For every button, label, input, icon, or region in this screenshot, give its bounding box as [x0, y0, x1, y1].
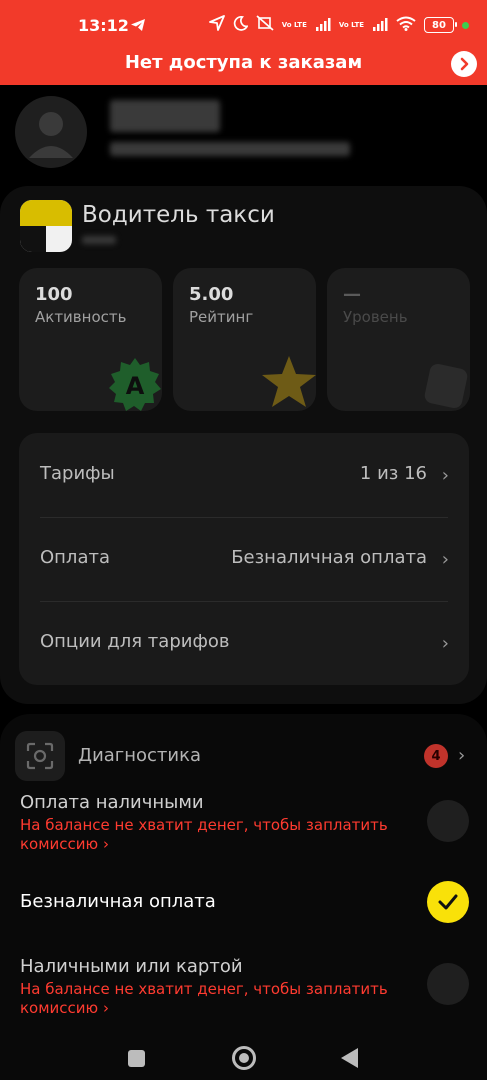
role-title[interactable]: Водитель такси — [82, 202, 275, 228]
activity-badge-icon: A — [109, 358, 161, 411]
moon-icon — [233, 15, 249, 35]
chevron-right-icon: › — [441, 633, 449, 654]
radio-unselected[interactable] — [427, 963, 469, 1005]
option-title: Оплата наличными — [20, 792, 204, 813]
payment-option-cash-or-card[interactable]: Наличными или картой На балансе не хвати… — [0, 954, 487, 1024]
chevron-right-icon: › — [441, 465, 449, 486]
redacted-role-sub — [82, 236, 116, 244]
privacy-dot-icon — [462, 21, 469, 29]
system-nav-bar — [0, 1035, 487, 1080]
redacted-subtitle — [110, 142, 350, 156]
chevron-right-icon[interactable] — [451, 51, 477, 77]
option-title: Наличными или картой — [20, 956, 243, 977]
row-payment-value: Безналичная оплата — [231, 547, 427, 568]
no-access-banner[interactable]: Нет доступа к заказам — [0, 48, 487, 85]
signal-icon-2 — [372, 16, 388, 35]
stat-activity-label: Активность — [35, 308, 127, 326]
battery-icon: 80 — [424, 17, 457, 33]
taxi-logo — [20, 200, 72, 252]
diagnostics-count-badge: 4 — [424, 744, 448, 768]
avatar[interactable] — [15, 96, 87, 168]
status-icons: Vo LTE Vo LTE 80 — [208, 14, 469, 36]
volte-icon-2: Vo LTE — [338, 20, 364, 29]
mute-icon — [256, 15, 274, 35]
status-bar: 13:12 Vo LTE Vo LTE 80 — [0, 0, 487, 48]
option-title: Безналичная оплата — [20, 891, 216, 912]
chevron-right-icon: › — [102, 999, 109, 1017]
stat-activity[interactable]: 100 Активность A — [19, 268, 162, 411]
row-payment[interactable]: Оплата Безналичная оплата › — [19, 517, 469, 601]
radio-unselected[interactable] — [427, 800, 469, 842]
wifi-icon — [396, 16, 416, 35]
location-icon — [208, 15, 225, 35]
banner-text: Нет доступа к заказам — [124, 52, 363, 73]
chevron-right-icon[interactable]: › — [458, 745, 465, 766]
stat-rating[interactable]: 5.00 Рейтинг — [173, 268, 316, 411]
radio-selected-check-icon[interactable] — [427, 881, 469, 923]
row-tariff-options-label: Опции для тарифов — [40, 631, 230, 652]
row-tariffs-value: 1 из 16 — [359, 463, 427, 484]
signal-icon — [315, 16, 331, 35]
level-badge-icon — [424, 363, 468, 409]
diagnostics-label[interactable]: Диагностика — [78, 745, 201, 766]
row-tariffs-label: Тарифы — [40, 463, 115, 484]
volte-icon-1: Vo LTE — [281, 20, 307, 29]
payment-option-cashless[interactable]: Безналичная оплата — [0, 880, 487, 924]
stat-level[interactable]: — Уровень — [327, 268, 470, 411]
option-warning[interactable]: На балансе не хватит денег, чтобы заплат… — [20, 816, 420, 854]
stat-activity-value: 100 — [35, 284, 73, 305]
row-tariffs[interactable]: Тарифы 1 из 16 › — [19, 433, 469, 517]
stat-rating-label: Рейтинг — [189, 308, 254, 326]
settings-card: Тарифы 1 из 16 › Оплата Безналичная опла… — [19, 433, 469, 685]
chevron-right-icon: › — [441, 549, 449, 570]
row-payment-label: Оплата — [40, 547, 110, 568]
scan-icon[interactable] — [15, 731, 65, 781]
row-tariff-options[interactable]: Опции для тарифов › — [19, 601, 469, 685]
redacted-name — [110, 100, 220, 132]
status-time: 13:12 — [78, 16, 129, 35]
stat-rating-value: 5.00 — [189, 284, 234, 305]
stat-level-value: — — [343, 284, 361, 305]
option-warning[interactable]: На балансе не хватит денег, чтобы заплат… — [20, 980, 420, 1018]
recents-icon[interactable] — [128, 1050, 145, 1067]
stat-level-label: Уровень — [343, 308, 408, 326]
activity-badge-letter: A — [126, 372, 145, 400]
home-icon[interactable] — [232, 1046, 256, 1070]
back-icon[interactable] — [341, 1048, 358, 1068]
chevron-right-icon: › — [102, 835, 109, 853]
telegram-icon — [130, 17, 146, 36]
payment-option-cash[interactable]: Оплата наличными На балансе не хватит де… — [0, 790, 487, 860]
star-icon — [262, 356, 316, 407]
